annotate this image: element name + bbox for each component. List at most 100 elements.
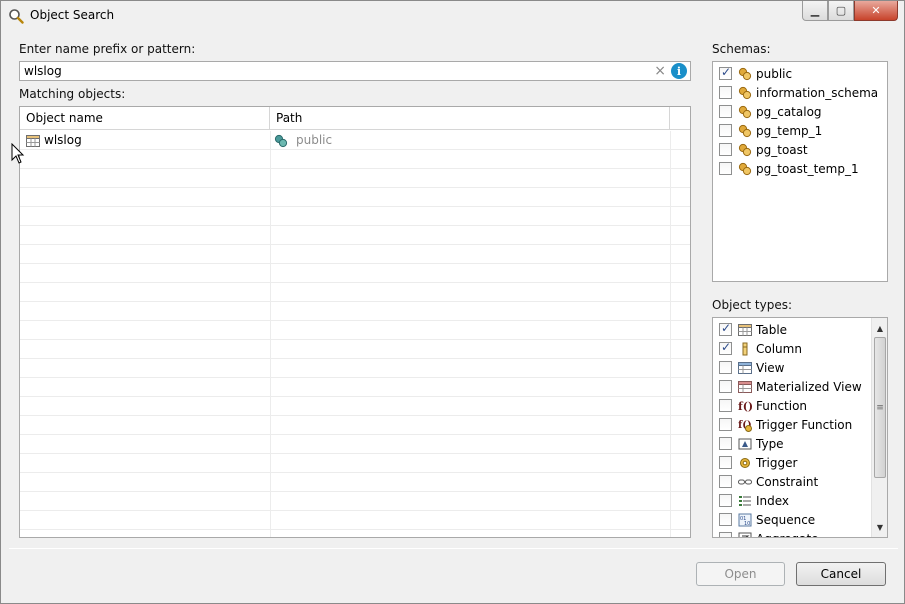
scrollbar-thumb[interactable]: ≡ (874, 337, 886, 478)
object-type-item-column[interactable]: Column (719, 339, 802, 358)
empty-table-row (20, 169, 690, 188)
empty-table-row (20, 207, 690, 226)
checkbox[interactable] (719, 456, 732, 469)
schemas-label: Schemas: (712, 42, 771, 56)
empty-table-row (20, 359, 690, 378)
window-controls: ▁ ▢ ✕ (802, 1, 898, 21)
object-type-item-label: Table (756, 322, 788, 337)
object-type-item-aggregate[interactable]: Aggregate (719, 529, 819, 537)
object-type-item-label: Column (756, 341, 802, 356)
object-type-item-trigger-function[interactable]: f() Trigger Function (719, 415, 852, 434)
schema-item-label: public (756, 66, 793, 81)
results-body: wlslog public (20, 131, 690, 537)
object-type-item-index[interactable]: Index (719, 491, 789, 510)
schema-item-pg-temp-1[interactable]: pg_temp_1 (719, 121, 822, 140)
schema-item-public[interactable]: public (719, 64, 792, 83)
schema-icon (738, 124, 752, 138)
object-type-item-materialized-view[interactable]: Materialized View (719, 377, 862, 396)
column-header-object-name[interactable]: Object name (20, 107, 270, 130)
schema-icon (274, 134, 288, 147)
search-prompt-label: Enter name prefix or pattern: (19, 42, 196, 56)
checkbox[interactable] (719, 124, 732, 137)
empty-table-row (20, 188, 690, 207)
schemas-list: public information_schema pg_catalog pg_tem… (712, 61, 888, 282)
object-type-item-label: Trigger (756, 455, 798, 470)
empty-table-row (20, 245, 690, 264)
mouse-cursor-icon (11, 143, 25, 164)
path-cell: public (274, 131, 332, 150)
checkbox[interactable] (719, 105, 732, 118)
object-type-item-label: Index (756, 493, 790, 508)
object-name-cell: wlslog (26, 131, 82, 150)
close-button[interactable]: ✕ (854, 1, 898, 21)
checkbox[interactable] (719, 86, 732, 99)
empty-table-row (20, 378, 690, 397)
schema-item-label: pg_toast (756, 142, 808, 157)
title-bar: Object Search ▁ ▢ ✕ (1, 1, 904, 31)
checkbox[interactable] (719, 321, 732, 336)
empty-table-row (20, 302, 690, 321)
object-type-item-trigger[interactable]: Trigger (719, 453, 797, 472)
empty-table-row (20, 340, 690, 359)
minimize-icon: ▁ (810, 4, 820, 17)
maximize-button[interactable]: ▢ (828, 1, 854, 21)
type-icon (738, 437, 752, 451)
search-field[interactable]: × i (19, 61, 691, 81)
checkbox[interactable] (719, 399, 732, 412)
column-header-path[interactable]: Path (270, 107, 670, 130)
checkbox[interactable] (719, 65, 732, 80)
empty-table-row (20, 226, 690, 245)
checkbox[interactable] (719, 418, 732, 431)
object-type-item-function[interactable]: f() Function (719, 396, 807, 415)
checkbox[interactable] (719, 361, 732, 374)
view-icon (738, 361, 752, 375)
schema-item-pg-toast[interactable]: pg_toast (719, 140, 808, 159)
schema-item-label: pg_toast_temp_1 (756, 161, 859, 176)
matching-objects-label: Matching objects: (19, 87, 126, 101)
checkbox[interactable] (719, 532, 732, 537)
results-table: Object name Path wlslog public (19, 106, 691, 538)
checkbox[interactable] (719, 162, 732, 175)
object-type-item-table[interactable]: Table (719, 320, 787, 339)
index-icon (738, 494, 752, 508)
object-type-item-label: Sequence (756, 512, 816, 527)
clear-icon[interactable]: × (654, 63, 666, 79)
minimize-button[interactable]: ▁ (802, 1, 828, 21)
info-icon[interactable]: i (671, 63, 687, 79)
svg-text:10: 10 (744, 521, 750, 527)
checkbox[interactable] (719, 380, 732, 393)
path-text: public (296, 133, 333, 147)
scroll-up-icon[interactable]: ▲ (872, 320, 887, 336)
sequence-icon: 01 10 (738, 513, 752, 527)
scroll-down-icon[interactable]: ▼ (872, 519, 887, 535)
cancel-button[interactable]: Cancel (796, 562, 886, 586)
object-type-item-type[interactable]: Type (719, 434, 784, 453)
table-icon (738, 323, 752, 337)
search-input[interactable] (24, 64, 644, 78)
schema-icon (738, 105, 752, 119)
schema-item-pg-toast-temp-1[interactable]: pg_toast_temp_1 (719, 159, 859, 178)
schema-icon (738, 67, 752, 81)
object-type-item-sequence[interactable]: 01 10 Sequence (719, 510, 815, 529)
table-row[interactable]: wlslog public (20, 131, 690, 150)
checkbox[interactable] (719, 494, 732, 507)
checkbox[interactable] (719, 475, 732, 488)
schema-icon (738, 143, 752, 157)
open-button[interactable]: Open (696, 562, 785, 586)
schema-item-information-schema[interactable]: information_schema (719, 83, 878, 102)
checkbox[interactable] (719, 340, 732, 355)
column-header-filler (670, 107, 690, 130)
object-type-item-label: Constraint (756, 474, 819, 489)
checkbox[interactable] (719, 143, 732, 156)
schema-item-pg-catalog[interactable]: pg_catalog (719, 102, 822, 121)
checkbox[interactable] (719, 513, 732, 526)
checkbox[interactable] (719, 437, 732, 450)
object-types-scrollbar[interactable]: ▲ ≡ ▼ (871, 318, 887, 537)
object-type-item-constraint[interactable]: Constraint (719, 472, 818, 491)
object-type-item-view[interactable]: View (719, 358, 784, 377)
empty-table-row (20, 511, 690, 530)
window-title: Object Search (30, 8, 115, 22)
empty-table-row (20, 454, 690, 473)
object-type-item-label: Type (756, 436, 784, 451)
function-icon: f() (738, 399, 752, 413)
